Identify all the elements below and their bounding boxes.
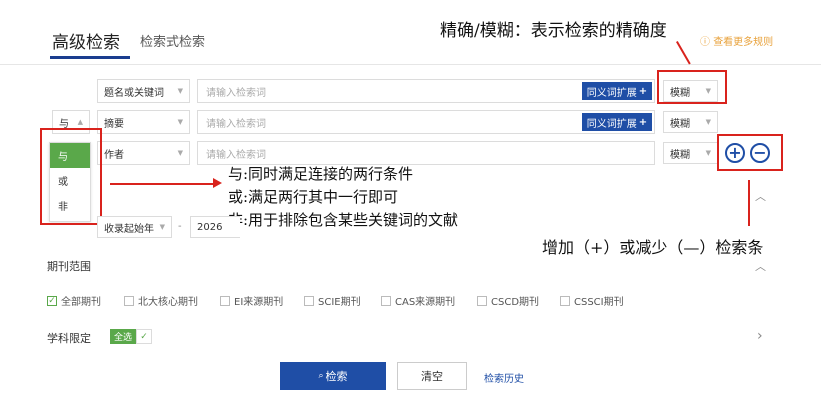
chevron-up-icon: ▲ (77, 118, 83, 126)
collapse-icon[interactable]: ︿ (755, 188, 766, 204)
checkbox-icon (560, 295, 570, 306)
check-icon[interactable]: ✓ (136, 329, 152, 344)
checkbox-label: CAS来源期刊 (395, 297, 456, 308)
search-input-placeholder: 请输入检索词 (206, 149, 266, 161)
checkbox-label: 全部期刊 (61, 297, 101, 308)
tab-expression-search[interactable]: 检索式检索 (140, 31, 205, 50)
match-select-row-3[interactable]: 模糊 ▼ (663, 142, 718, 164)
checkbox-pku-core[interactable]: 北大核心期刊 (124, 293, 198, 308)
plus-icon: + (638, 116, 648, 128)
chevron-down-icon: ▼ (705, 118, 711, 126)
annotation-arrow-line (676, 41, 691, 65)
end-year-select[interactable]: 2026 (190, 216, 240, 238)
synonym-expand-button-row-2[interactable]: 同义词扩展 + (582, 113, 652, 131)
tab-divider (0, 64, 821, 65)
chevron-down-icon: ▼ (177, 87, 183, 95)
checkbox-cas[interactable]: CAS来源期刊 (381, 293, 455, 308)
checkbox-icon (381, 295, 391, 306)
match-label: 模糊 (670, 118, 690, 130)
checkbox-label: CSSCI期刊 (574, 297, 624, 308)
checkbox-label: 北大核心期刊 (138, 297, 198, 308)
checkbox-label: CSCD期刊 (491, 297, 540, 308)
field-select-label: 题名或关键词 (104, 87, 164, 99)
collapse-icon[interactable]: ︿ (755, 258, 766, 274)
checkbox-scie[interactable]: SCIE期刊 (304, 293, 361, 308)
search-icon: ⌕ (318, 371, 324, 381)
checkbox-checked-icon: ✓ (47, 295, 57, 306)
chevron-down-icon: ▼ (159, 223, 165, 231)
search-input-row-3[interactable]: 请输入检索词 (197, 141, 655, 165)
chevron-right-icon[interactable]: › (757, 328, 763, 344)
synonym-label: 同义词扩展 (586, 118, 637, 130)
annotation-add-remove: 增加（+）或减少（—）检索条 (542, 238, 764, 257)
annotation-precision-highlight (657, 70, 727, 104)
chevron-down-icon: ▼ (177, 149, 183, 157)
field-select-label: 作者 (104, 149, 124, 161)
field-select-row-2[interactable]: 摘要 ▼ (97, 110, 190, 134)
tab-advanced-search[interactable]: 高级检索 (52, 28, 120, 53)
checkbox-cscd[interactable]: CSCD期刊 (477, 293, 539, 308)
field-select-row-1[interactable]: 题名或关键词 ▼ (97, 79, 190, 103)
annotation-logic-and: 与:同时满足连接的两行条件 (228, 165, 414, 183)
checkbox-icon (220, 295, 230, 306)
annotation-logic-or: 或:满足两行其中一行即可 (228, 188, 399, 206)
checkbox-icon (477, 295, 487, 306)
annotation-arrow-line (110, 183, 215, 185)
checkbox-ei[interactable]: EI来源期刊 (220, 293, 283, 308)
checkbox-cssci[interactable]: CSSCI期刊 (560, 293, 624, 308)
search-input-placeholder: 请输入检索词 (206, 118, 266, 130)
annotation-add-remove-highlight (717, 134, 783, 171)
annotation-arrow-line (748, 180, 750, 226)
field-select-row-3[interactable]: 作者 ▼ (97, 141, 190, 165)
help-icon: ⓘ (700, 37, 710, 48)
start-year-select[interactable]: 收录起始年 ▼ (97, 216, 172, 238)
checkbox-label: SCIE期刊 (318, 297, 361, 308)
active-tab-indicator (50, 56, 130, 59)
annotation-logic-not: 非:用于排除包含某些关键词的文献 (228, 211, 459, 229)
chevron-down-icon: ▼ (177, 118, 183, 126)
synonym-expand-button-row-1[interactable]: 同义词扩展 + (582, 82, 652, 100)
select-all-button[interactable]: 全选 (110, 329, 136, 344)
range-dash: - (178, 221, 182, 232)
checkbox-icon (304, 295, 314, 306)
search-input-placeholder: 请输入检索词 (206, 87, 266, 99)
checkbox-all-journals[interactable]: ✓ 全部期刊 (47, 293, 101, 308)
search-button[interactable]: ⌕ 检索 (280, 362, 386, 390)
match-label: 模糊 (670, 149, 690, 161)
match-select-row-2[interactable]: 模糊 ▼ (663, 111, 718, 133)
end-year-label: 2026 (197, 221, 223, 233)
field-select-label: 摘要 (104, 118, 124, 130)
synonym-label: 同义词扩展 (586, 87, 637, 99)
more-rules-link[interactable]: ⓘ 查看更多规则 (700, 33, 773, 48)
clear-button[interactable]: 清空 (397, 362, 467, 390)
journal-range-label: 期刊范围 (47, 260, 91, 273)
annotation-logic-highlight (40, 128, 102, 225)
checkbox-icon (124, 295, 134, 306)
plus-icon: + (638, 85, 648, 97)
search-history-link[interactable]: 检索历史 (484, 370, 524, 385)
search-button-label: 检索 (325, 370, 348, 383)
more-rules-label: 查看更多规则 (713, 37, 774, 48)
annotation-precision: 精确/模糊：表示检索的精确度 (440, 21, 667, 41)
chevron-down-icon: ▼ (705, 149, 711, 157)
start-year-label: 收录起始年 (104, 223, 154, 235)
checkbox-label: EI来源期刊 (234, 297, 284, 308)
arrow-head-icon (213, 178, 222, 188)
subject-label: 学科限定 (47, 332, 91, 345)
